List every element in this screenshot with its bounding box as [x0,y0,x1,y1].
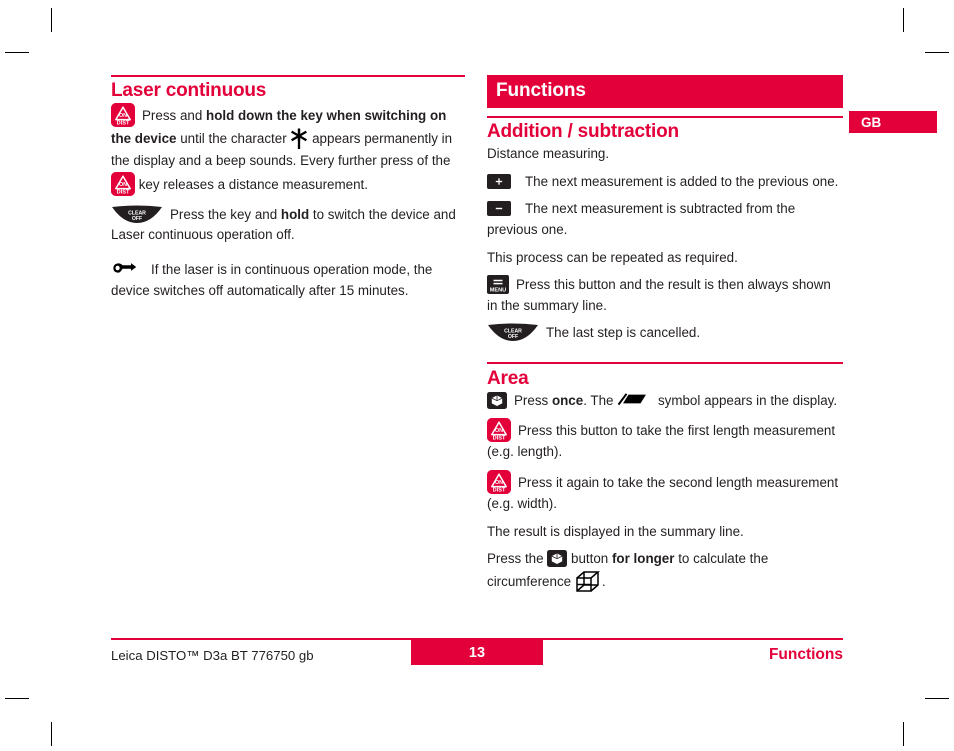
area-item-1-seg4: symbol appears in the display. [654,392,838,408]
svg-text:ON: ON [495,480,503,486]
clear-off-key-icon: CLEAR OFF [487,323,539,342]
footer-row: Leica DISTO™ D3a BT 776750 gb 13 Functio… [111,640,843,671]
area-item-2: ON DIST Press this button to take the fi… [487,418,843,463]
area-result-text: The result is displayed in the summary l… [487,523,744,539]
on-dist-key-icon: ON DIST [487,418,511,443]
chapter-band-label: Functions [496,80,586,101]
addition-subtraction-heading: Addition / subtraction [487,121,679,142]
laser-continuous-paragraph-2: CLEAR OFF Press the key and hold to swit… [111,205,465,246]
left-column: Laser continuous ON DIST Press and hold … [111,75,465,310]
laser-continuous-note: If the laser is in continuous operation … [111,260,465,301]
area-item-3: ON DIST Press it again to take the secon… [487,469,843,515]
crop-mark-top-right-horizontal [925,52,949,53]
area-item-4: Press the button for longer to calculate… [487,549,843,594]
area-item-4-seg1: Press the [487,551,548,567]
svg-text:MENU: MENU [490,288,506,294]
laser-continuous-paragraph-1: ON DIST Press and hold down the key when… [111,103,465,196]
footer-document-title: Leica DISTO™ D3a BT 776750 gb [111,648,314,663]
area-item-1-bold: once [551,392,584,408]
addition-heading-rule [487,116,843,118]
menu-item: MENU Press this button and the result is… [487,275,843,316]
pointing-hand-icon [111,260,137,276]
menu-item-text: Press this button and the result is then… [487,277,831,313]
left-heading-rule [111,75,465,77]
language-tab-gb: GB [849,111,937,133]
area-item-1-seg3: . The [583,392,618,408]
p2-seg1: Press the key and [170,206,281,222]
p2-seg2-bold: hold [280,206,310,222]
p1-seg1: Press and [142,108,207,124]
crop-mark-top-left-horizontal [5,52,29,53]
footer-page-number: 13 [411,640,543,665]
minus-key-icon [487,201,511,217]
menu-key-icon: MENU [487,275,509,295]
wireframe-cube-icon [575,570,602,594]
on-dist-key-icon: ON DIST [111,171,135,196]
svg-text:OFF: OFF [508,334,518,340]
svg-text:ON: ON [119,182,127,188]
crop-mark-bottom-left-horizontal [5,698,29,699]
language-tab-label: GB [861,114,882,130]
clear-item-text: The last step is cancelled. [546,325,701,341]
area-heading: Area [487,367,529,389]
right-column: Functions Addition / subtraction Distanc… [487,75,843,603]
area-parallelogram-icon [617,392,647,407]
footer-chapter-label: Functions [768,646,843,663]
area-heading-rule [487,362,843,364]
laser-asterisk-icon [290,127,308,151]
area-item-4-seg2: button [567,551,612,567]
clear-off-key-icon: CLEAR OFF [111,205,163,224]
crop-mark-bottom-right-vertical [903,722,904,746]
repeat-process-text: This process can be repeated as required… [487,249,738,265]
svg-text:DIST: DIST [493,487,506,493]
addition-item: The next measurement is added to the pre… [487,172,843,193]
function-cube-key-icon [487,391,507,409]
area-item-2-text: Press this button to take the first leng… [487,423,836,460]
note-text: If the laser is in continuous operation … [111,262,433,298]
p1-seg3: until the character [176,131,291,147]
area-item-3-text: Press it again to take the second length… [487,474,839,511]
plus-key-icon [487,173,511,189]
chapter-band-functions: Functions [487,75,843,108]
on-dist-key-icon: ON DIST [487,469,511,494]
distance-measuring-text: Distance measuring. [487,146,610,162]
crop-mark-bottom-right-horizontal [925,698,949,699]
footer-page-number-label: 13 [468,644,486,661]
svg-text:ON: ON [495,429,503,435]
subtraction-item-text: The next measurement is subtracted from … [487,201,796,238]
p1-seg5: key releases a distance measurement. [135,176,368,192]
svg-text:DIST: DIST [117,121,130,127]
function-cube-key-icon [547,550,568,568]
svg-text:OFF: OFF [132,216,142,222]
on-dist-key-icon: ON DIST [111,103,135,128]
page-footer: Leica DISTO™ D3a BT 776750 gb 13 Functio… [111,638,843,671]
area-item-1-seg1: Press [514,392,552,408]
crop-mark-top-left-vertical [51,8,52,32]
area-item-4-bold: for longer [611,551,675,567]
svg-text:ON: ON [119,113,127,119]
page-content: Laser continuous ON DIST Press and hold … [111,75,843,675]
area-item-1: Press once. The symbol appears in the di… [487,391,843,412]
svg-text:DIST: DIST [493,436,506,442]
crop-mark-top-right-vertical [903,8,904,32]
crop-mark-bottom-left-vertical [51,722,52,746]
clear-item: CLEAR OFF The last step is cancelled. [487,323,843,344]
addition-item-text: The next measurement is added to the pre… [525,173,839,189]
svg-text:DIST: DIST [117,189,130,195]
subtraction-item: The next measurement is subtracted from … [487,199,843,240]
area-item-4-seg5: . [601,573,606,589]
laser-continuous-heading: Laser continuous [111,80,267,101]
